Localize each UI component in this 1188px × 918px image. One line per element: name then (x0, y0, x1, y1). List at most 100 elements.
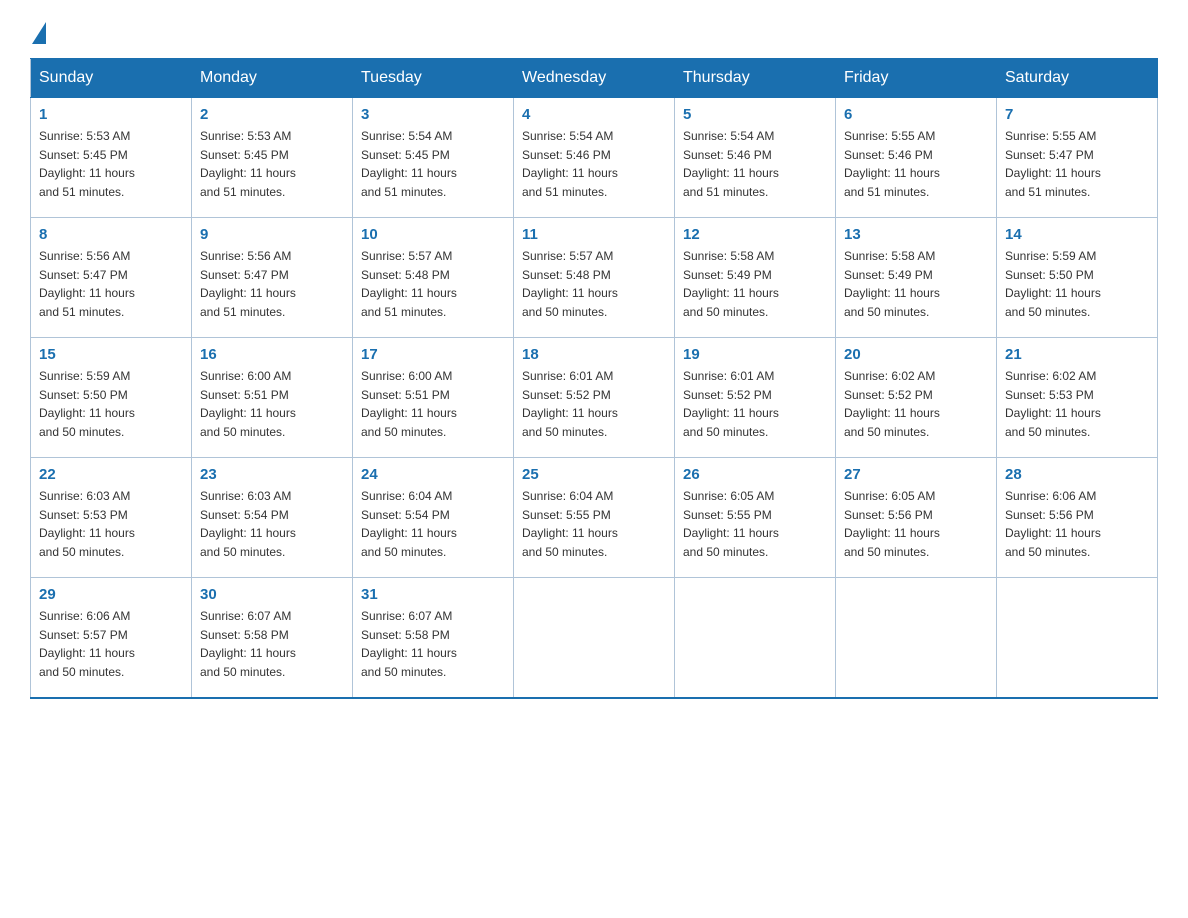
day-number: 8 (39, 226, 183, 243)
day-info: Sunrise: 6:05 AMSunset: 5:56 PMDaylight:… (844, 487, 988, 561)
day-number: 30 (200, 586, 344, 603)
day-info: Sunrise: 5:59 AMSunset: 5:50 PMDaylight:… (39, 367, 183, 441)
day-info: Sunrise: 5:54 AMSunset: 5:46 PMDaylight:… (522, 127, 666, 201)
day-number: 15 (39, 346, 183, 363)
calendar-cell: 24 Sunrise: 6:04 AMSunset: 5:54 PMDayligh… (353, 458, 514, 578)
calendar-week-row: 22 Sunrise: 6:03 AMSunset: 5:53 PMDayligh… (31, 458, 1158, 578)
calendar-cell: 7Sunrise: 5:55 AMSunset: 5:47 PMDaylight… (997, 98, 1158, 218)
day-number: 26 (683, 466, 827, 483)
day-number: 27 (844, 466, 988, 483)
day-info: Sunrise: 5:53 AMSunset: 5:45 PMDaylight:… (200, 127, 344, 201)
day-info: Sunrise: 5:54 AMSunset: 5:46 PMDaylight:… (683, 127, 827, 201)
logo (30, 20, 46, 40)
calendar-cell: 30 Sunrise: 6:07 AMSunset: 5:58 PMDayligh… (192, 578, 353, 698)
day-info: Sunrise: 5:58 AMSunset: 5:49 PMDaylight:… (683, 247, 827, 321)
day-number: 14 (1005, 226, 1149, 243)
day-number: 16 (200, 346, 344, 363)
calendar-cell: 27 Sunrise: 6:05 AMSunset: 5:56 PMDayligh… (836, 458, 997, 578)
day-info: Sunrise: 5:56 AMSunset: 5:47 PMDaylight:… (39, 247, 183, 321)
day-number: 11 (522, 226, 666, 243)
calendar-cell: 2 Sunrise: 5:53 AMSunset: 5:45 PMDaylight… (192, 98, 353, 218)
calendar-cell: 3 Sunrise: 5:54 AMSunset: 5:45 PMDaylight… (353, 98, 514, 218)
calendar-cell: 29 Sunrise: 6:06 AMSunset: 5:57 PMDayligh… (31, 578, 192, 698)
weekday-header-saturday: Saturday (997, 59, 1158, 98)
day-info: Sunrise: 6:03 AMSunset: 5:53 PMDaylight:… (39, 487, 183, 561)
calendar-cell: 15 Sunrise: 5:59 AMSunset: 5:50 PMDayligh… (31, 338, 192, 458)
day-number: 18 (522, 346, 666, 363)
calendar-cell: 5Sunrise: 5:54 AMSunset: 5:46 PMDaylight… (675, 98, 836, 218)
day-number: 3 (361, 106, 505, 123)
calendar-cell: 12Sunrise: 5:58 AMSunset: 5:49 PMDayligh… (675, 218, 836, 338)
logo-triangle-icon (32, 22, 46, 44)
day-info: Sunrise: 5:55 AMSunset: 5:46 PMDaylight:… (844, 127, 988, 201)
day-number: 7 (1005, 106, 1149, 123)
day-info: Sunrise: 6:06 AMSunset: 5:57 PMDaylight:… (39, 607, 183, 681)
day-info: Sunrise: 6:04 AMSunset: 5:54 PMDaylight:… (361, 487, 505, 561)
day-info: Sunrise: 5:57 AMSunset: 5:48 PMDaylight:… (361, 247, 505, 321)
day-number: 10 (361, 226, 505, 243)
calendar-cell: 13Sunrise: 5:58 AMSunset: 5:49 PMDayligh… (836, 218, 997, 338)
day-info: Sunrise: 6:07 AMSunset: 5:58 PMDaylight:… (200, 607, 344, 681)
calendar-cell (514, 578, 675, 698)
day-number: 4 (522, 106, 666, 123)
calendar-cell: 10 Sunrise: 5:57 AMSunset: 5:48 PMDayligh… (353, 218, 514, 338)
weekday-header-sunday: Sunday (31, 59, 192, 98)
day-number: 31 (361, 586, 505, 603)
calendar-cell: 16Sunrise: 6:00 AMSunset: 5:51 PMDayligh… (192, 338, 353, 458)
calendar-cell: 4 Sunrise: 5:54 AMSunset: 5:46 PMDaylight… (514, 98, 675, 218)
weekday-header-monday: Monday (192, 59, 353, 98)
day-info: Sunrise: 6:01 AMSunset: 5:52 PMDaylight:… (522, 367, 666, 441)
day-number: 24 (361, 466, 505, 483)
day-number: 1 (39, 106, 183, 123)
day-number: 13 (844, 226, 988, 243)
calendar-cell: 19 Sunrise: 6:01 AMSunset: 5:52 PMDayligh… (675, 338, 836, 458)
weekday-header-wednesday: Wednesday (514, 59, 675, 98)
weekday-header-thursday: Thursday (675, 59, 836, 98)
day-info: Sunrise: 5:59 AMSunset: 5:50 PMDaylight:… (1005, 247, 1149, 321)
day-number: 28 (1005, 466, 1149, 483)
day-info: Sunrise: 6:00 AMSunset: 5:51 PMDaylight:… (361, 367, 505, 441)
day-info: Sunrise: 6:01 AMSunset: 5:52 PMDaylight:… (683, 367, 827, 441)
calendar-cell (836, 578, 997, 698)
day-info: Sunrise: 6:06 AMSunset: 5:56 PMDaylight:… (1005, 487, 1149, 561)
day-info: Sunrise: 5:57 AMSunset: 5:48 PMDaylight:… (522, 247, 666, 321)
day-number: 22 (39, 466, 183, 483)
weekday-header-row: SundayMondayTuesdayWednesdayThursdayFrid… (31, 59, 1158, 98)
calendar-cell: 17 Sunrise: 6:00 AMSunset: 5:51 PMDayligh… (353, 338, 514, 458)
day-number: 21 (1005, 346, 1149, 363)
day-info: Sunrise: 6:07 AMSunset: 5:58 PMDaylight:… (361, 607, 505, 681)
calendar-week-row: 29 Sunrise: 6:06 AMSunset: 5:57 PMDayligh… (31, 578, 1158, 698)
day-info: Sunrise: 6:05 AMSunset: 5:55 PMDaylight:… (683, 487, 827, 561)
calendar-cell: 18 Sunrise: 6:01 AMSunset: 5:52 PMDayligh… (514, 338, 675, 458)
weekday-header-friday: Friday (836, 59, 997, 98)
day-info: Sunrise: 6:02 AMSunset: 5:53 PMDaylight:… (1005, 367, 1149, 441)
weekday-header-tuesday: Tuesday (353, 59, 514, 98)
calendar-cell: 1Sunrise: 5:53 AMSunset: 5:45 PMDaylight… (31, 98, 192, 218)
calendar-table: SundayMondayTuesdayWednesdayThursdayFrid… (30, 58, 1158, 699)
calendar-cell: 11 Sunrise: 5:57 AMSunset: 5:48 PMDayligh… (514, 218, 675, 338)
calendar-cell: 25 Sunrise: 6:04 AMSunset: 5:55 PMDayligh… (514, 458, 675, 578)
calendar-cell (675, 578, 836, 698)
calendar-week-row: 8 Sunrise: 5:56 AMSunset: 5:47 PMDaylight… (31, 218, 1158, 338)
page-header (30, 20, 1158, 40)
calendar-cell: 26 Sunrise: 6:05 AMSunset: 5:55 PMDayligh… (675, 458, 836, 578)
calendar-cell (997, 578, 1158, 698)
calendar-cell: 31 Sunrise: 6:07 AMSunset: 5:58 PMDayligh… (353, 578, 514, 698)
day-number: 17 (361, 346, 505, 363)
day-info: Sunrise: 6:04 AMSunset: 5:55 PMDaylight:… (522, 487, 666, 561)
day-info: Sunrise: 6:02 AMSunset: 5:52 PMDaylight:… (844, 367, 988, 441)
calendar-cell: 8 Sunrise: 5:56 AMSunset: 5:47 PMDaylight… (31, 218, 192, 338)
day-number: 9 (200, 226, 344, 243)
day-number: 2 (200, 106, 344, 123)
calendar-cell: 28 Sunrise: 6:06 AMSunset: 5:56 PMDayligh… (997, 458, 1158, 578)
day-number: 25 (522, 466, 666, 483)
day-info: Sunrise: 6:03 AMSunset: 5:54 PMDaylight:… (200, 487, 344, 561)
day-number: 6 (844, 106, 988, 123)
calendar-cell: 22 Sunrise: 6:03 AMSunset: 5:53 PMDayligh… (31, 458, 192, 578)
day-number: 19 (683, 346, 827, 363)
day-number: 20 (844, 346, 988, 363)
day-info: Sunrise: 5:54 AMSunset: 5:45 PMDaylight:… (361, 127, 505, 201)
calendar-cell: 9Sunrise: 5:56 AMSunset: 5:47 PMDaylight… (192, 218, 353, 338)
calendar-week-row: 1 Sunrise: 5:53 AMSunset: 5:45 PMDaylight… (31, 98, 1158, 218)
day-number: 29 (39, 586, 183, 603)
